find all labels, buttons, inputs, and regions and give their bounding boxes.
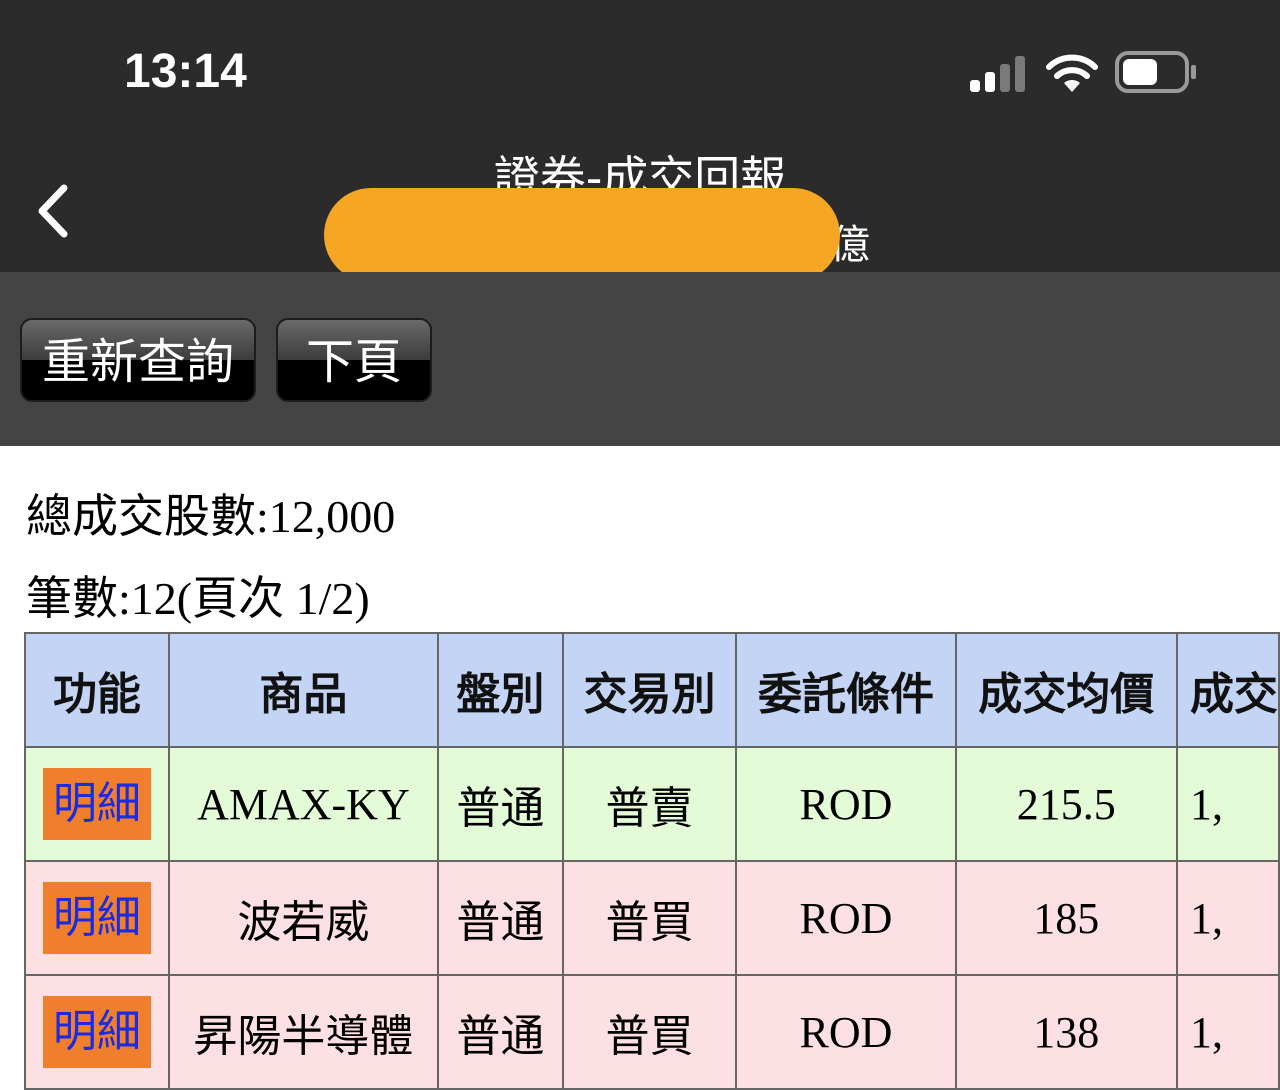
battery-icon [1115,51,1196,93]
session-cell: 普通 [436,860,564,976]
detail-cell: 明細 [24,974,170,1090]
detail-button[interactable]: 明細 [42,996,151,1068]
table-row: 明細 AMAX-KY 普通 普賣 ROD 215.5 1, [24,746,1280,862]
trade-report-table: 功能 商品 盤別 交易別 委託條件 成交均價 成交 明細 AMAX-KY 普通 … [24,632,1280,1090]
detail-cell: 明細 [24,860,170,976]
cellular-signal-icon [970,56,1025,92]
trade-type-cell: 普買 [561,860,738,976]
avg-price-cell: 138 [954,974,1178,1090]
product-cell[interactable]: 波若威 [167,860,439,976]
column-header-trade-type: 交易別 [561,632,738,748]
filled-cell: 1, [1175,860,1280,976]
detail-button[interactable]: 明細 [42,768,151,840]
table-row: 明細 波若威 普通 普買 ROD 185 1, [24,860,1280,976]
filled-cell: 1, [1175,974,1280,1090]
column-header-session: 盤別 [436,632,564,748]
session-cell: 普通 [436,746,564,862]
column-header-product: 商品 [167,632,439,748]
product-cell[interactable]: 昇陽半導體 [167,974,439,1090]
filled-cell: 1, [1175,746,1280,862]
product-cell[interactable]: AMAX-KY [167,746,439,862]
session-cell: 普通 [436,974,564,1090]
detail-cell: 明細 [24,746,170,862]
redaction-mark [324,188,840,282]
avg-price-cell: 215.5 [954,746,1178,862]
column-header-filled: 成交 [1175,632,1280,748]
trade-type-cell: 普買 [561,974,738,1090]
condition-cell: ROD [735,860,957,976]
total-shares-summary: 總成交股數:12,000 [26,491,396,542]
wifi-icon [1046,54,1098,92]
condition-cell: ROD [735,746,957,862]
trade-type-cell: 普賣 [561,746,738,862]
column-header-avg-price: 成交均價 [954,632,1178,748]
column-header-function: 功能 [24,632,170,748]
avg-price-cell: 185 [954,860,1178,976]
table-row: 明細 昇陽半導體 普通 普買 ROD 138 1, [24,974,1280,1090]
column-header-order-condition: 委託條件 [735,632,957,748]
status-time: 13:14 [124,45,247,98]
top-bar: 13:14 證券-成交回報 億 [0,0,1280,282]
detail-button[interactable]: 明細 [42,882,151,954]
condition-cell: ROD [735,974,957,1090]
table-header-row: 功能 商品 盤別 交易別 委託條件 成交均價 成交 [24,632,1280,748]
record-count-summary: 筆數:12(頁次 1/2) [26,573,370,624]
requery-button[interactable]: 重新查詢 [20,318,256,402]
next-page-button[interactable]: 下頁 [276,318,432,402]
action-toolbar: 重新查詢 下頁 [0,272,1280,446]
